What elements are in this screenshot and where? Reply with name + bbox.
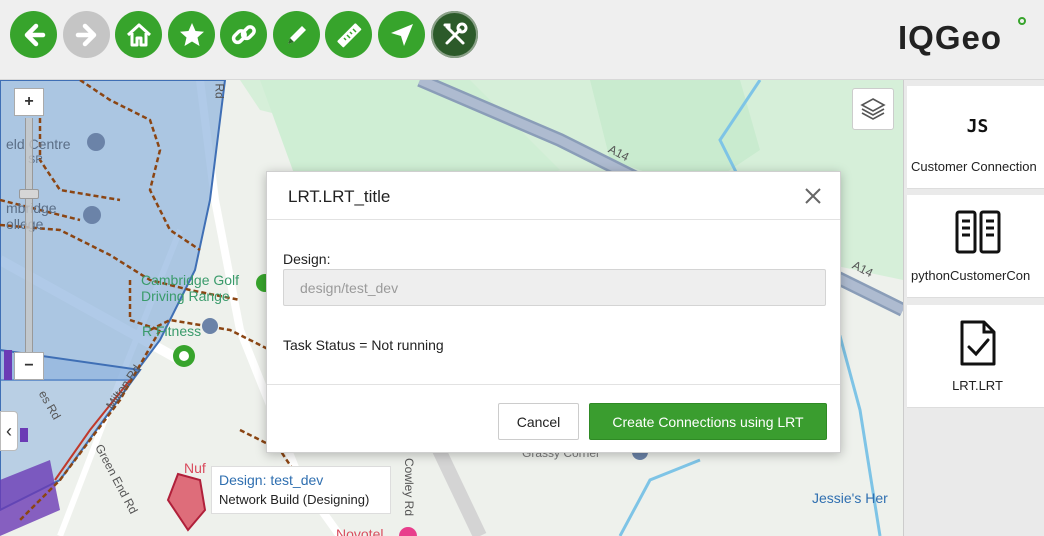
link-icon <box>231 24 256 44</box>
dialog-header: LRT.LRT_title <box>267 172 840 220</box>
zoom-slider-track[interactable] <box>25 118 33 352</box>
map-label: Cowley Rd <box>402 457 417 517</box>
tools-button[interactable] <box>431 11 478 58</box>
design-field[interactable] <box>283 269 826 306</box>
forward-arrow-icon <box>75 23 96 46</box>
zoom-control: + − <box>14 88 44 380</box>
iqgeo-logo: IQGeo <box>898 19 1003 56</box>
js-icon: JS <box>966 116 989 137</box>
zoom-out-button[interactable]: − <box>14 352 44 380</box>
map-label: Jessie's Her <box>812 490 888 506</box>
design-label: Design: <box>283 251 331 267</box>
toolbar: IQGeo <box>0 0 1044 80</box>
right-panel: JS Customer Connection pythonCustomerCon… <box>903 80 1044 536</box>
map-label: Driving Range <box>141 288 230 304</box>
map-label: Nuf <box>184 460 206 476</box>
star-icon <box>179 22 204 46</box>
panel-item-customer-connection[interactable]: JS Customer Connection <box>907 86 1044 189</box>
panel-item-label: LRT.LRT <box>952 378 1003 393</box>
document-check-icon <box>907 319 1044 372</box>
close-button[interactable] <box>801 184 825 208</box>
navigate-arrow-icon <box>390 23 413 46</box>
home-icon <box>126 23 151 46</box>
cancel-button[interactable]: Cancel <box>498 403 579 440</box>
back-arrow-icon <box>24 23 45 46</box>
server-icon <box>907 209 1044 260</box>
forward-button[interactable] <box>63 11 110 58</box>
measure-button[interactable] <box>325 11 372 58</box>
edit-button[interactable] <box>273 11 320 58</box>
panel-item-python-customer-con[interactable]: pythonCustomerCon <box>907 195 1044 298</box>
map-label: Novotel <box>336 526 384 536</box>
home-button[interactable] <box>115 11 162 58</box>
design-tooltip: Design: test_dev Network Build (Designin… <box>211 466 391 514</box>
tools-icon <box>443 22 467 44</box>
logo-dot <box>1018 17 1026 25</box>
close-icon <box>805 188 821 204</box>
back-button[interactable] <box>10 11 57 58</box>
dialog-footer: Cancel Create Connections using LRT <box>267 384 840 454</box>
ruler-icon <box>336 22 361 47</box>
panel-item-lrt[interactable]: LRT.LRT <box>907 305 1044 408</box>
map-label: Rd <box>212 83 227 99</box>
pencil-icon <box>287 25 306 44</box>
create-connections-button[interactable]: Create Connections using LRT <box>589 403 827 440</box>
lrt-dialog: LRT.LRT_title Design: Task Status = Not … <box>266 171 841 453</box>
design-link[interactable]: Design: test_dev <box>219 471 383 490</box>
panel-item-label: Customer Connection <box>911 159 1037 174</box>
layers-icon <box>860 98 886 120</box>
map-label: R Fitness <box>142 323 202 339</box>
navigate-button[interactable] <box>378 11 425 58</box>
collapse-panel-button[interactable]: ‹ <box>0 411 18 451</box>
task-status: Task Status = Not running <box>283 337 444 353</box>
panel-item-label: pythonCustomerCon <box>911 268 1031 283</box>
link-button[interactable] <box>220 11 267 58</box>
map-label: Cambridge Golf <box>141 272 240 288</box>
zoom-slider-thumb[interactable] <box>19 189 39 199</box>
bookmark-button[interactable] <box>168 11 215 58</box>
design-subtitle: Network Build (Designing) <box>219 492 370 507</box>
zoom-in-button[interactable]: + <box>14 88 44 116</box>
dialog-title: LRT.LRT_title <box>288 187 391 206</box>
layers-button[interactable] <box>852 88 894 130</box>
